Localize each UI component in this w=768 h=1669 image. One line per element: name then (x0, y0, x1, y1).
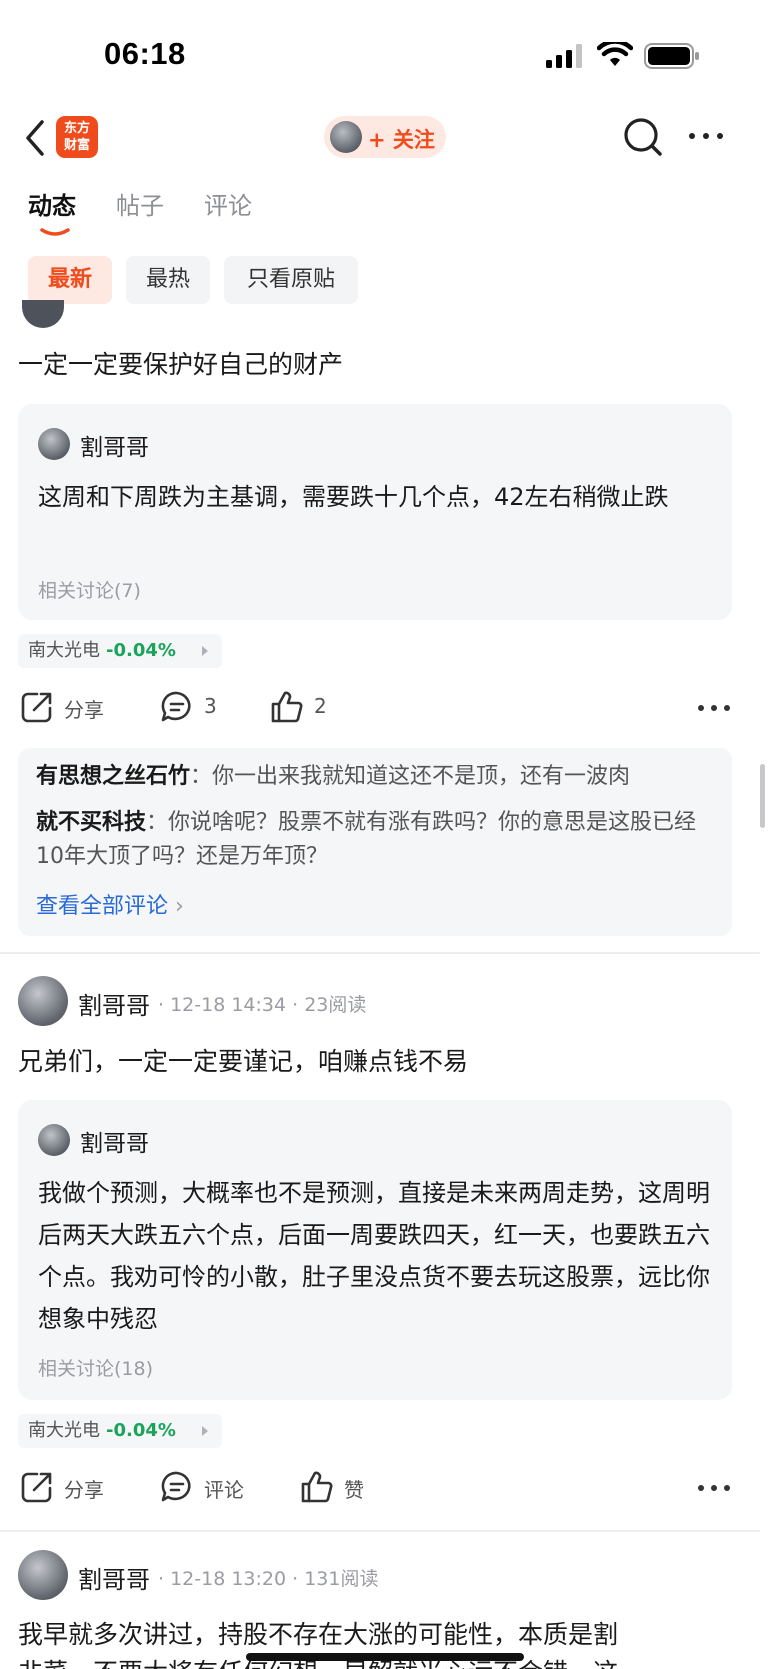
thumbs-up-icon (271, 691, 303, 723)
post-action-bar: 分享 评论 赞 (0, 1466, 768, 1510)
comment-button[interactable]: 评论 (160, 1466, 270, 1510)
quoted-post-card[interactable]: 割哥哥 这周和下周跌为主基调，需要跌十几个点，42左右稍微止跌 相关讨论(7) (18, 404, 732, 620)
tab-comments[interactable]: 评论 (204, 186, 252, 221)
wifi-icon (597, 42, 633, 66)
post-header: 割哥哥 · 12-18 14:34 · 23阅读 (18, 976, 758, 1028)
post-text[interactable]: 一定一定要保护好自己的财产 (18, 348, 343, 382)
more-options-icon[interactable] (686, 126, 726, 146)
app-logo[interactable]: 东方 财富 (56, 116, 98, 158)
quote-text: 这周和下周跌为主基调，需要跌十几个点，42左右稍微止跌 (38, 483, 669, 511)
comment-button[interactable]: 3 (160, 686, 250, 730)
tab-posts[interactable]: 帖子 (116, 186, 164, 221)
comment-item[interactable]: 有思想之丝石竹：你一出来我就知道这还不是顶，还有一波肉 (36, 760, 716, 794)
post-meta: · 12-18 13:20 · 131阅读 (158, 1568, 379, 1590)
filter-hottest[interactable]: 最热 (126, 256, 210, 304)
stock-tag[interactable]: 南大光电 -0.04% (18, 1414, 222, 1448)
follow-button[interactable]: + 关注 (324, 116, 446, 158)
share-icon (21, 692, 52, 723)
comment-item[interactable]: 就不买科技：你说啥呢？股票不就有涨有跌吗？你的意思是这股已经10年大顶了吗？还是… (36, 806, 716, 874)
post-divider (0, 1530, 760, 1532)
filter-original-only[interactable]: 只看原贴 (224, 256, 358, 304)
more-options-icon[interactable] (696, 698, 732, 718)
post-meta: · 12-18 14:34 · 23阅读 (158, 994, 367, 1016)
related-discussion-link[interactable]: 相关讨论(18) (38, 1354, 153, 1381)
stock-tag[interactable]: 南大光电 -0.04% (18, 634, 222, 668)
filter-latest[interactable]: 最新 (28, 256, 112, 304)
quote-author: 割哥哥 (80, 435, 149, 461)
post-action-bar: 分享 3 2 (0, 686, 768, 730)
avatar[interactable] (18, 976, 68, 1026)
like-button[interactable]: 2 (270, 686, 360, 730)
scrollbar[interactable] (760, 764, 765, 828)
comments-preview: 有思想之丝石竹：你一出来我就知道这还不是顶，还有一波肉 就不买科技：你说啥呢？股… (18, 748, 732, 936)
stock-name: 南大光电 (28, 1420, 100, 1441)
comment-bubble-icon (161, 1471, 191, 1502)
comment-bubble-icon (161, 691, 191, 722)
tab-bar: 动态 帖子 评论 (0, 186, 768, 236)
post-text[interactable]: 兄弟们，一定一定要谨记，咱赚点钱不易 (18, 1045, 468, 1079)
follow-label: + 关注 (368, 128, 435, 152)
more-options-icon[interactable] (696, 1478, 732, 1498)
quote-author: 割哥哥 (80, 1131, 149, 1157)
post-author[interactable]: 割哥哥 (78, 986, 150, 1021)
post-text[interactable]: 我早就多次讲过，持股不存在大涨的可能性，本质是割 (18, 1618, 758, 1652)
quoted-post-card[interactable]: 割哥哥 我做个预测，大概率也不是预测，直接是未来两周走势，这周明后两天大跌五六个… (18, 1100, 732, 1400)
chevron-right-icon (202, 1426, 208, 1436)
comment-user[interactable]: 有思想之丝石竹 (36, 764, 190, 789)
stock-change: -0.04% (106, 1420, 176, 1441)
home-indicator (246, 1653, 524, 1661)
cellular-signal-icon (546, 44, 582, 68)
avatar (330, 121, 362, 153)
nav-bar: 东方 财富 + 关注 (0, 108, 768, 168)
back-arrow-icon[interactable] (22, 116, 48, 160)
share-button[interactable]: 分享 (20, 686, 130, 730)
post-header: 割哥哥 · 12-18 13:20 · 131阅读 (18, 1550, 758, 1602)
post-author[interactable]: 割哥哥 (78, 1560, 150, 1595)
thumbs-up-icon (301, 1471, 333, 1503)
view-all-comments-link[interactable]: 查看全部评论 › (36, 888, 184, 920)
comment-user[interactable]: 就不买科技 (36, 810, 146, 835)
stock-name: 南大光电 (28, 640, 100, 661)
tab-dynamic[interactable]: 动态 (28, 186, 76, 221)
active-tab-indicator (40, 228, 70, 236)
share-icon (21, 1472, 52, 1503)
avatar (38, 1124, 70, 1156)
battery-icon (644, 43, 699, 69)
post-divider (0, 952, 760, 954)
stock-change: -0.04% (106, 640, 176, 661)
quote-text: 我做个预测，大概率也不是预测，直接是未来两周走势，这周明后两天大跌五六个点，后面… (38, 1179, 710, 1333)
avatar (38, 428, 70, 460)
status-time: 06:18 (104, 36, 186, 71)
share-button[interactable]: 分享 (20, 1466, 130, 1510)
related-discussion-link[interactable]: 相关讨论(7) (38, 576, 141, 603)
avatar[interactable] (22, 300, 64, 328)
chevron-right-icon: › (175, 894, 184, 919)
comment-text: 你一出来我就知道这还不是顶，还有一波肉 (212, 764, 631, 789)
avatar[interactable] (18, 1550, 68, 1600)
like-button[interactable]: 赞 (300, 1466, 390, 1510)
chevron-right-icon (202, 646, 208, 656)
status-bar: 06:18 (0, 0, 768, 100)
search-icon[interactable] (622, 116, 664, 158)
